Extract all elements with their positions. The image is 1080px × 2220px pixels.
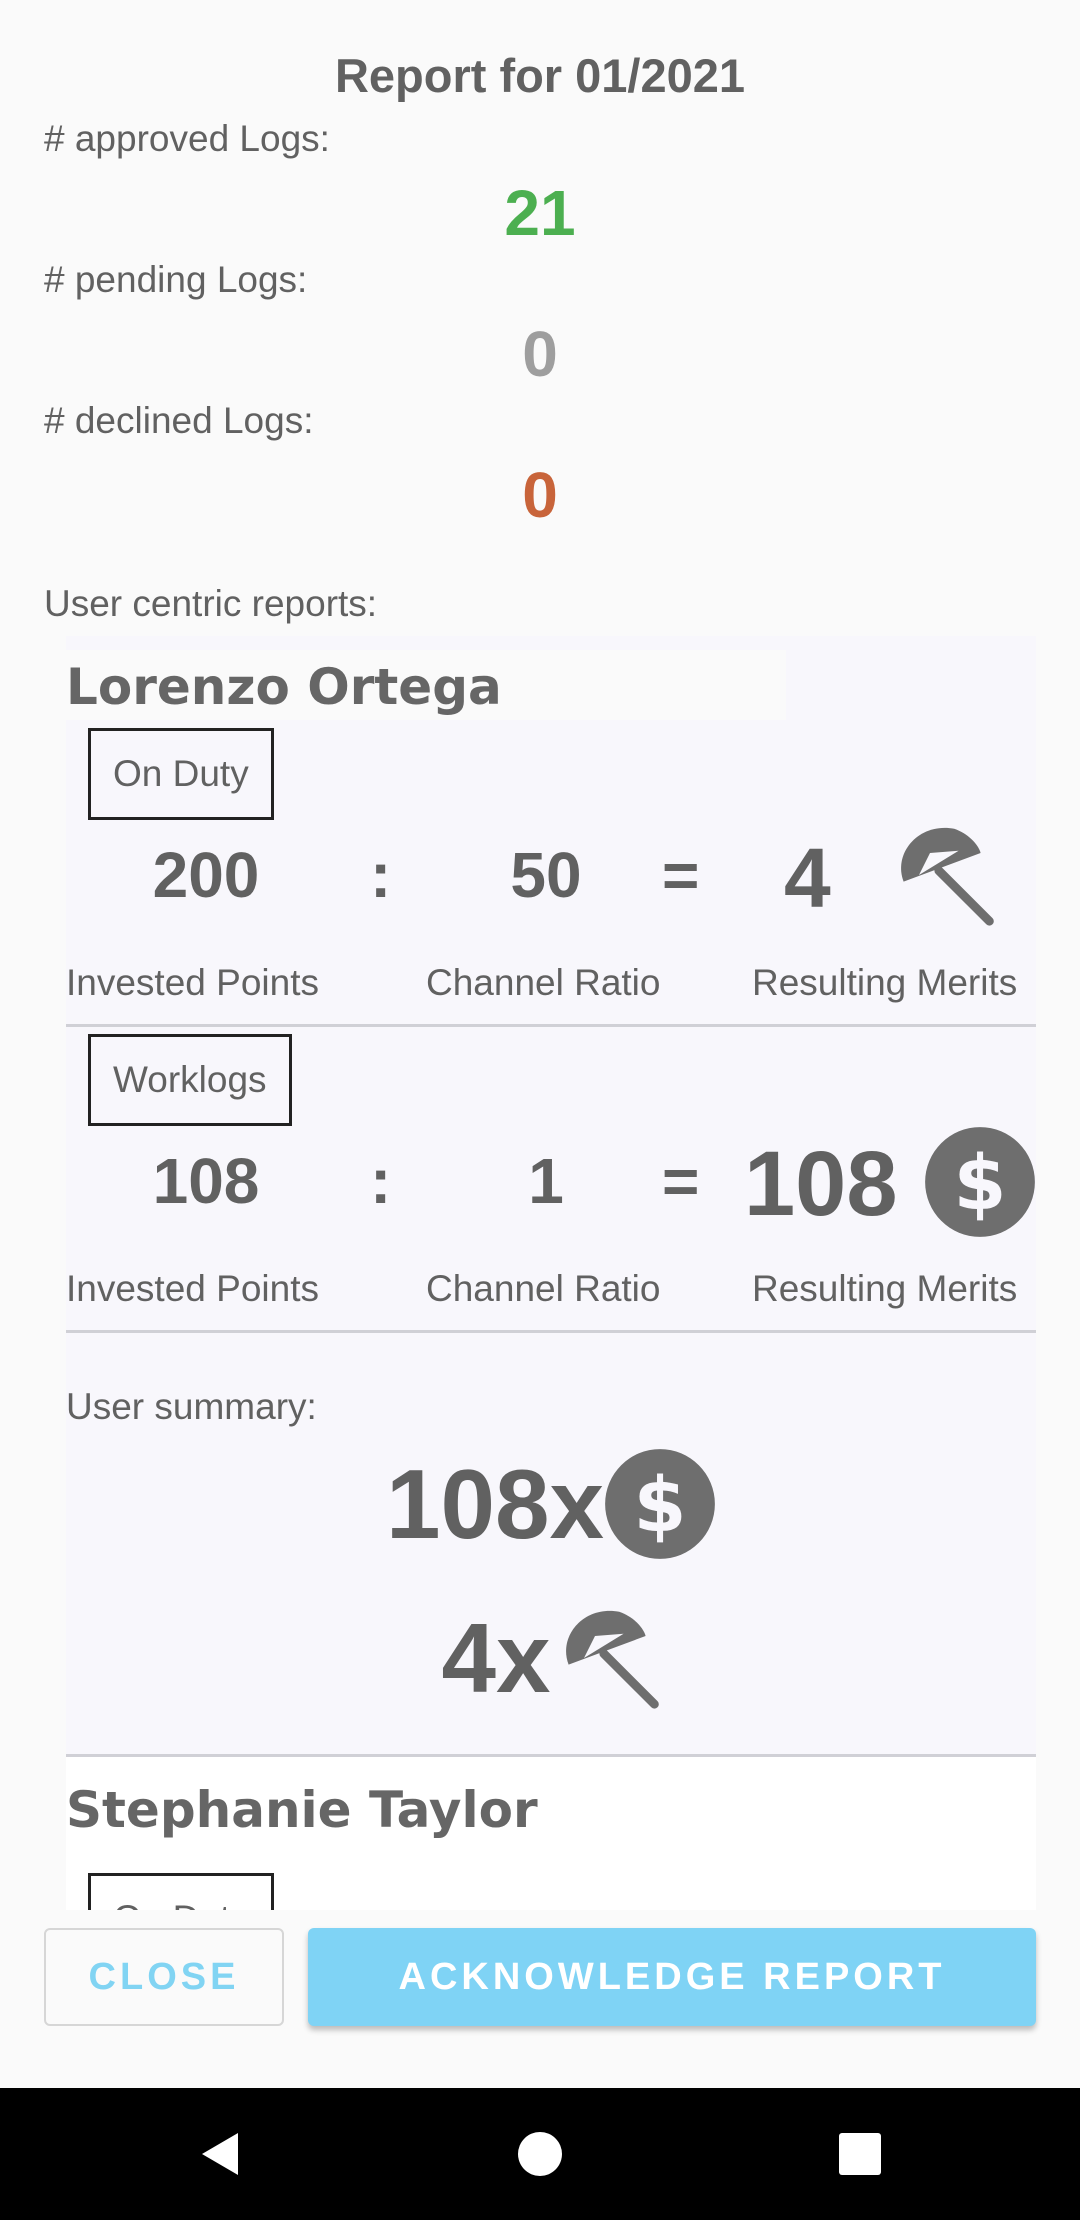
back-triangle-icon[interactable] [150,2088,290,2220]
invested-points-value: 108 [152,1145,260,1217]
user-reports-scroll[interactable]: Lorenzo Ortega On Duty 200 : 50 = 4 Inve… [0,620,1080,1910]
channel-ratio-value: 50 [510,839,582,911]
report-title: Report for 01/2021 [334,49,746,102]
user-report-card: Lorenzo Ortega On Duty 200 : 50 = 4 Inve… [66,636,1036,1758]
invested-points-caption: Invested Points [66,962,319,1003]
channel-tag: On Duty [88,728,274,820]
user-name: Stephanie Taylor [66,1781,538,1839]
equals-symbol: = [662,1145,700,1217]
approved-logs-label: # approved Logs: [44,118,330,159]
declined-logs-label: # declined Logs: [44,400,314,441]
summary-umbrella-count: 4x [441,1602,551,1713]
invested-points-value: 200 [152,839,260,911]
close-button[interactable]: CLOSE [44,1928,284,2026]
summary-row-umbrella: 4x [66,1598,1036,1718]
svg-text:$: $ [954,1138,1007,1227]
equals-symbol: = [662,839,700,911]
channel-tag: On Duty [88,1873,274,1910]
summary-row-dollar: 108x $ [66,1444,1036,1564]
user-report-card: Stephanie Taylor On Duty [66,1757,1036,1910]
user-name: Lorenzo Ortega [66,658,502,716]
resulting-merits-caption: Resulting Merits [752,962,1018,1003]
resulting-merits-value: 4 [784,831,831,925]
channel-on-duty: On Duty [66,1873,1036,1910]
umbrella-icon [551,1603,661,1713]
channel-ratio-caption: Channel Ratio [426,962,661,1003]
channel-on-duty: On Duty 200 : 50 = 4 Invested Points Cha… [66,728,1036,1035]
resulting-merits-value: 108 [744,1133,898,1235]
dollar-icon: $ [924,1126,1036,1238]
channel-ratio-caption: Channel Ratio [426,1268,661,1309]
pending-logs-label: # pending Logs: [44,259,308,300]
dollar-icon: $ [604,1448,716,1560]
channel-tag: Worklogs [88,1034,292,1126]
svg-text:$: $ [634,1460,687,1549]
colon-symbol: : [370,1145,392,1217]
home-circle-icon[interactable] [470,2088,610,2220]
declined-logs-value: 0 [522,459,558,531]
channel-ratio-value: 1 [528,1145,564,1217]
user-summary-label: User summary: [66,1386,317,1427]
pending-logs-value: 0 [522,318,558,390]
umbrella-icon [886,820,996,930]
user-centric-reports-label: User centric reports: [44,583,378,624]
system-navigation-bar [0,2088,1080,2220]
divider [66,1024,1036,1027]
approved-logs-value: 21 [504,177,576,249]
channel-worklogs: Worklogs 108 : 1 = 108 $ Invested Points… [66,1034,1036,1341]
summary-dollar-count: 108x [385,1448,604,1559]
colon-symbol: : [370,839,392,911]
acknowledge-report-button[interactable]: ACKNOWLEDGE REPORT [308,1928,1036,2026]
recents-square-icon[interactable] [790,2088,930,2220]
divider [66,1330,1036,1333]
invested-points-caption: Invested Points [66,1268,319,1309]
resulting-merits-caption: Resulting Merits [752,1268,1018,1309]
